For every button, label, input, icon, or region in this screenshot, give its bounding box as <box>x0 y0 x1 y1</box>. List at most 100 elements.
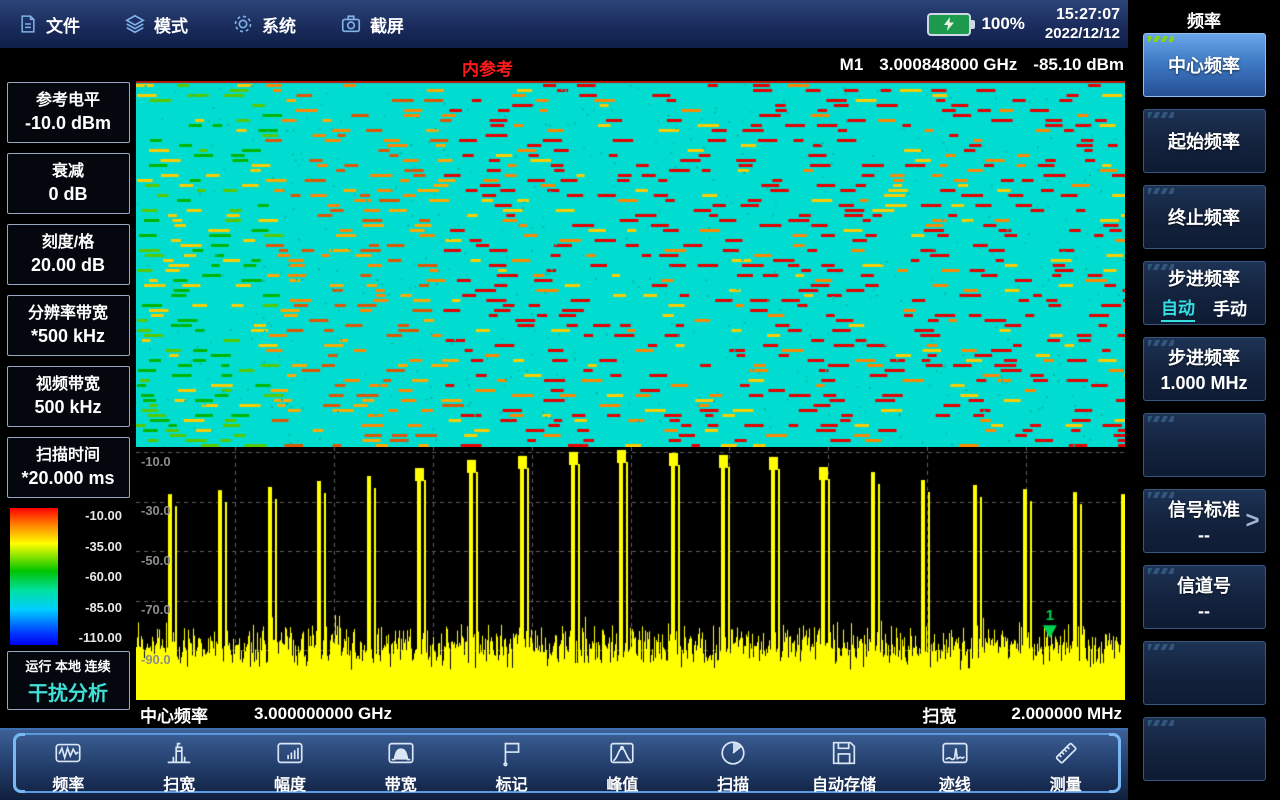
marker-readout: M1 3.000848000 GHz -85.10 dBm <box>840 55 1124 75</box>
amplitude-icon <box>275 738 305 768</box>
frequency-icon <box>53 738 83 768</box>
clock: 15:27:07 2022/12/12 <box>1045 5 1120 44</box>
softkey-label: 信道号 <box>1177 572 1231 598</box>
battery-percent: 100% <box>981 14 1024 34</box>
toolbar-item-label: 自动存储 <box>812 771 876 795</box>
toolbar-item-label: 测量 <box>1050 771 1082 795</box>
softkey-label: 信号标准 <box>1168 496 1240 522</box>
readout-title: 扫描时间 <box>36 445 100 467</box>
y-axis-label: -30.0 <box>141 503 171 518</box>
softkey-label: 步进频率 <box>1168 265 1240 291</box>
toolbar-item-measure[interactable]: 测量 <box>1010 730 1121 798</box>
battery-icon <box>927 13 971 36</box>
run-status-box: 运行 本地 连续 干扰分析 <box>7 651 130 710</box>
button-step-frequency-value[interactable]: 步进频率 1.000 MHz <box>1143 337 1266 401</box>
readout-reference-level[interactable]: 参考电平 -10.0 dBm <box>7 82 130 143</box>
display-area: 内参考 M1 3.000848000 GHz -85.10 dBm -10.0 … <box>136 48 1128 728</box>
peak-icon <box>607 738 637 768</box>
menu-mode[interactable]: 模式 <box>124 12 188 37</box>
option-manual[interactable]: 手动 <box>1213 295 1247 320</box>
readout-title: 衰减 <box>52 161 84 183</box>
menu-system-label: 系统 <box>262 12 296 37</box>
y-axis-label: -50.0 <box>141 553 171 568</box>
toolbar-item-label: 频率 <box>52 771 84 795</box>
readout-rbw[interactable]: 分辨率带宽 *500 kHz <box>7 295 130 356</box>
readout-value: -10.0 dBm <box>25 112 111 135</box>
gear-icon <box>232 13 254 35</box>
settings-sidebar: 参考电平 -10.0 dBm 衰减 0 dB 刻度/格 20.00 dB 分辨率… <box>0 48 136 728</box>
span-icon <box>164 738 194 768</box>
readout-vbw[interactable]: 视频带宽 500 kHz <box>7 366 130 427</box>
span-value: 2.000000 MHz <box>1011 704 1122 724</box>
button-channel-number[interactable]: 信道号 -- <box>1143 565 1266 629</box>
annotation-row: 内参考 M1 3.000848000 GHz -85.10 dBm <box>136 48 1128 81</box>
sweep-icon <box>718 738 748 768</box>
button-blank-3 <box>1143 717 1266 781</box>
softkey-label: 步进频率 <box>1168 344 1240 370</box>
readout-attenuation[interactable]: 衰减 0 dB <box>7 153 130 214</box>
y-axis-label: -10.0 <box>141 454 171 469</box>
toolbar-item-sweep[interactable]: 扫描 <box>678 730 789 798</box>
readout-scale-per-div[interactable]: 刻度/格 20.00 dB <box>7 224 130 285</box>
spectrogram-canvas[interactable] <box>136 81 1125 447</box>
toolbar-item-span[interactable]: 扫宽 <box>124 730 235 798</box>
toolbar-item-label: 标记 <box>496 771 528 795</box>
readout-title: 刻度/格 <box>42 232 94 254</box>
readout-value: 20.00 dB <box>31 254 105 277</box>
toolbar-item-amplitude[interactable]: 幅度 <box>235 730 346 798</box>
internal-reference-label: 内参考 <box>462 55 513 80</box>
menu-system[interactable]: 系统 <box>232 12 296 37</box>
amplitude-colorbar: -10.00 -35.00 -60.00 -85.00 -110.00 <box>10 508 136 645</box>
toolbar-item-label: 幅度 <box>274 771 306 795</box>
button-stop-frequency[interactable]: 终止频率 <box>1143 185 1266 249</box>
marker-icon <box>497 738 527 768</box>
marker-frequency: 3.000848000 GHz <box>879 55 1017 75</box>
marker-amplitude: -85.10 dBm <box>1033 55 1124 75</box>
frequency-softkey-panel: 频率 中心频率 起始频率 终止频率 步进频率 自动 手动 步进频率 1.000 … <box>1128 0 1280 800</box>
status-cluster: 100% 15:27:07 2022/12/12 <box>927 5 1128 44</box>
y-axis-label: -90.0 <box>141 652 171 667</box>
menu-screenshot[interactable]: 截屏 <box>340 12 404 37</box>
time-text: 15:27:07 <box>1045 5 1120 25</box>
instrument-screen: 文件 模式 系统 截屏 <box>0 0 1280 800</box>
button-center-frequency[interactable]: 中心频率 <box>1143 33 1266 97</box>
softkey-label: 中心频率 <box>1168 52 1240 78</box>
readout-value: *500 kHz <box>31 325 105 348</box>
toolbar-item-trace[interactable]: 迹线 <box>899 730 1010 798</box>
readout-value: *20.000 ms <box>21 467 114 490</box>
readout-title: 参考电平 <box>36 90 100 112</box>
toolbar-item-bandwidth[interactable]: 带宽 <box>345 730 456 798</box>
menu-file-label: 文件 <box>46 12 80 37</box>
center-freq-label: 中心频率 <box>140 702 208 727</box>
toolbar-item-peak[interactable]: 峰值 <box>567 730 678 798</box>
span-label: 扫宽 <box>922 702 956 727</box>
toolbar-item-autosave[interactable]: 自动存储 <box>789 730 900 798</box>
toolbar-item-label: 迹线 <box>939 771 971 795</box>
button-step-frequency-mode[interactable]: 步进频率 自动 手动 <box>1143 261 1266 325</box>
trace-icon <box>940 738 970 768</box>
spectrum-canvas[interactable] <box>136 447 1125 700</box>
softkey-label: 终止频率 <box>1168 204 1240 230</box>
menu-file[interactable]: 文件 <box>18 12 80 37</box>
panel-title: 频率 <box>1128 0 1280 33</box>
layers-icon <box>124 13 146 35</box>
run-status-text: 运行 本地 连续 <box>25 656 110 675</box>
toolbar-item-label: 带宽 <box>385 771 417 795</box>
toolbar-item-frequency[interactable]: 频率 <box>13 730 124 798</box>
measure-icon <box>1051 738 1081 768</box>
button-signal-standard[interactable]: 信号标准 -- > <box>1143 489 1266 553</box>
toolbar-item-label: 扫描 <box>717 771 749 795</box>
marker-id: M1 <box>840 55 864 75</box>
button-start-frequency[interactable]: 起始频率 <box>1143 109 1266 173</box>
readout-sweep-time[interactable]: 扫描时间 *20.000 ms <box>7 437 130 498</box>
toolbar-item-marker[interactable]: 标记 <box>456 730 567 798</box>
mode-name: 干扰分析 <box>28 677 108 706</box>
softkey-label: 起始频率 <box>1168 128 1240 154</box>
option-auto[interactable]: 自动 <box>1161 294 1195 322</box>
colorbar-tick: -60.00 <box>85 569 122 584</box>
main-toolbar: 频率 扫宽 幅度 <box>0 728 1128 800</box>
camera-icon <box>340 13 362 35</box>
colorbar-tick: -35.00 <box>85 539 122 554</box>
softkey-value: 1.000 MHz <box>1160 373 1247 394</box>
spectrum-plot: -10.0 -30.0 -50.0 -70.0 -90.0 <box>136 447 1125 700</box>
